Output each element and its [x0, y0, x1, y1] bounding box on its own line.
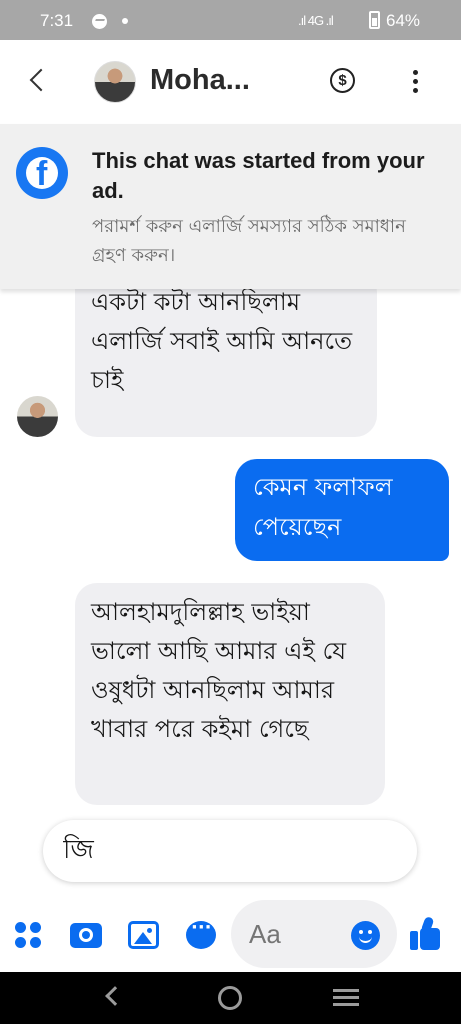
- messenger-notification-icon: [92, 14, 107, 29]
- facebook-logo-icon: [16, 147, 68, 199]
- nav-home-icon[interactable]: [218, 986, 242, 1010]
- more-options-icon[interactable]: [413, 70, 419, 94]
- signal-indicator: .ıl 4G .ıl: [298, 13, 334, 28]
- sender-avatar[interactable]: [17, 396, 58, 437]
- conversation-header: Moha... $: [0, 40, 461, 124]
- payment-dollar-icon[interactable]: $: [330, 68, 355, 93]
- incoming-message-bubble[interactable]: একটা কটা আনছিলাম এলার্জি সবাই আমি আনতে চ…: [75, 289, 377, 437]
- battery-icon: [369, 11, 380, 29]
- outgoing-message-bubble[interactable]: কেমন ফলাফল পেয়েছেন: [235, 459, 449, 561]
- status-time: 7:31: [40, 11, 74, 30]
- notification-dot-icon: [122, 18, 128, 24]
- battery-level: 64%: [386, 11, 421, 30]
- contact-avatar[interactable]: [94, 61, 136, 103]
- thumbs-up-icon[interactable]: [410, 915, 442, 951]
- camera-icon[interactable]: [70, 923, 102, 948]
- status-bar: 7:31 .ıl 4G .ıl 64%: [0, 0, 461, 40]
- apps-grid-icon[interactable]: [15, 922, 41, 948]
- quick-reply-input[interactable]: [43, 820, 417, 882]
- message-list[interactable]: একটা কটা আনছিলাম এলার্জি সবাই আমি আনতে চ…: [0, 289, 461, 900]
- nav-back-icon[interactable]: [105, 986, 125, 1006]
- chat-bubble-icon[interactable]: [186, 917, 216, 949]
- ad-origin-banner: This chat was started from your ad. পরাম…: [0, 124, 461, 289]
- ad-banner-subtitle: পরামর্শ করুন এলার্জি সমস্যার সঠিক সমাধান…: [92, 216, 406, 266]
- ad-banner-title: This chat was started from your ad.: [92, 148, 425, 203]
- back-arrow-icon[interactable]: [29, 68, 53, 92]
- gallery-icon[interactable]: [128, 921, 159, 949]
- contact-name[interactable]: Moha...: [150, 64, 250, 97]
- incoming-message-bubble[interactable]: আলহামদুলিল্লাহ ভাইয়া ভালো আছি আমার এই য…: [75, 583, 385, 805]
- emoji-icon[interactable]: [351, 921, 380, 950]
- nav-recents-icon[interactable]: [333, 989, 359, 1007]
- system-navigation-bar: [0, 972, 461, 1024]
- composer-toolbar: [0, 900, 461, 972]
